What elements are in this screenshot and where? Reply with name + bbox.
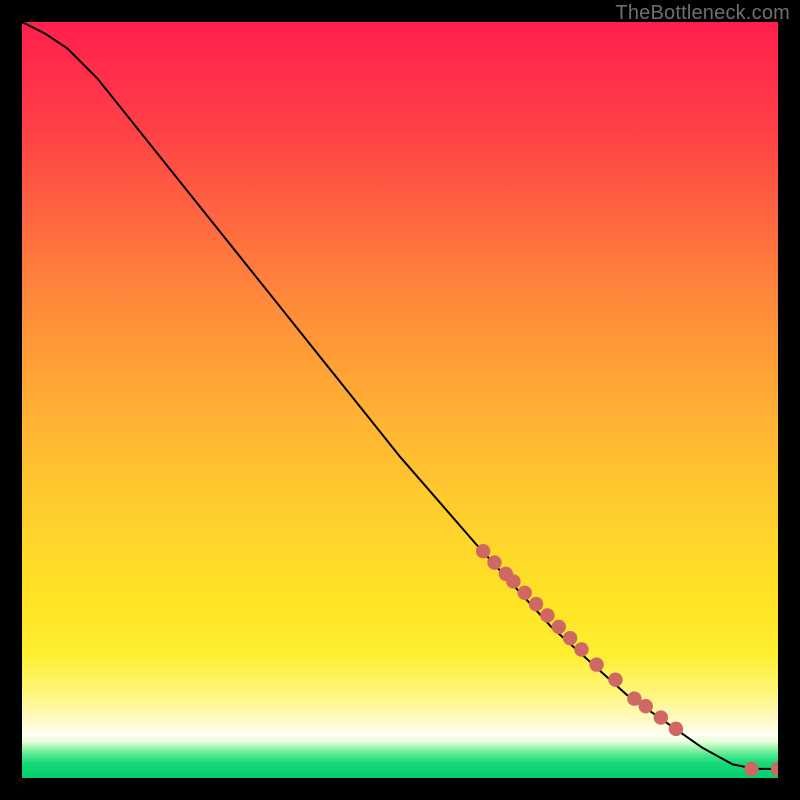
chart-stage: TheBottleneck.com [0, 0, 800, 800]
data-marker [654, 710, 668, 724]
data-marker [608, 673, 622, 687]
data-marker [589, 657, 603, 671]
data-marker [669, 722, 683, 736]
watermark-text: TheBottleneck.com [615, 2, 790, 25]
curve-path [22, 22, 778, 769]
data-marker [506, 574, 520, 588]
data-marker [518, 586, 532, 600]
data-marker [563, 631, 577, 645]
data-marker [552, 620, 566, 634]
data-marker [487, 555, 501, 569]
data-marker [771, 762, 778, 776]
data-marker [574, 642, 588, 656]
marker-group [476, 544, 778, 776]
data-marker [744, 762, 758, 776]
data-marker [529, 597, 543, 611]
data-marker [476, 544, 490, 558]
data-marker [639, 699, 653, 713]
data-marker [540, 608, 554, 622]
chart-svg [22, 22, 778, 778]
plot-area [22, 22, 778, 778]
curve-line [22, 22, 778, 769]
